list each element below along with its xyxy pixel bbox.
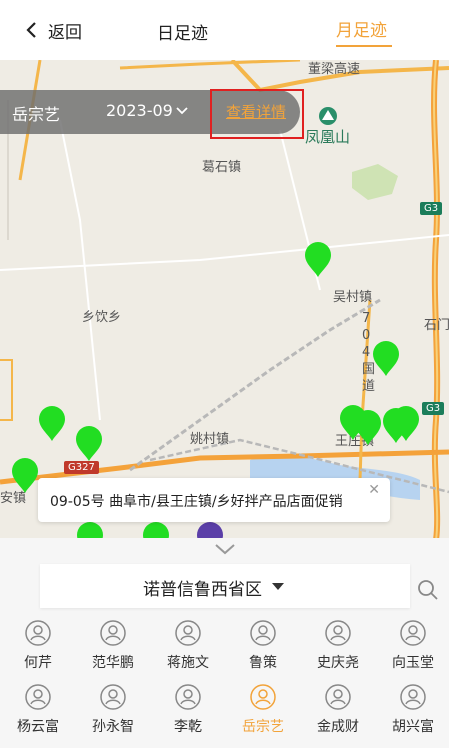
back-label: 返回: [48, 22, 82, 43]
month-selector[interactable]: 2023-09: [106, 101, 173, 120]
person-name: 孙永智: [92, 719, 134, 735]
footprint-info-card[interactable]: 09-05号 曲阜市/县王庄镇/乡好拌产品店面促销 ✕: [38, 478, 390, 522]
location-pin-icon[interactable]: [372, 341, 400, 377]
location-pin-icon[interactable]: [11, 458, 39, 494]
person-item[interactable]: 胡兴富: [383, 684, 443, 740]
people-grid: 何芹 范华鹏 蒋施文 鲁策 史庆尧 向玉堂 杨云富 孙永智 李乾 岳宗艺 金成财…: [0, 620, 449, 748]
region-label: 诺普信鲁西省区: [143, 580, 262, 600]
highway-sign-g327: G327: [64, 461, 99, 474]
user-icon: [25, 684, 51, 710]
user-icon: [100, 620, 126, 646]
person-item[interactable]: 史庆尧: [308, 620, 368, 676]
person-name: 何芹: [24, 655, 52, 671]
chevron-left-icon: [26, 22, 36, 38]
chevron-down-icon[interactable]: [175, 104, 189, 118]
person-name: 鲁策: [249, 655, 277, 671]
person-name: 范华鹏: [92, 655, 134, 671]
person-item[interactable]: 金成财: [308, 684, 368, 740]
user-icon: [25, 620, 51, 646]
map-label-geshi: 葛石镇: [202, 160, 242, 175]
person-name: 杨云富: [17, 719, 59, 735]
bottom-panel: 诺普信鲁西省区 何芹 范华鹏 蒋施文 鲁策 史庆尧 向玉堂 杨云富 孙永智 李乾…: [0, 538, 449, 748]
map-label-fenghuangshan: 凤凰山: [305, 128, 351, 146]
collapse-chevron-icon[interactable]: [213, 542, 237, 556]
person-name: 向玉堂: [392, 655, 434, 671]
user-icon: [400, 684, 426, 710]
caret-down-icon: [272, 583, 284, 590]
back-button[interactable]: 返回: [24, 18, 82, 43]
person-item[interactable]: 范华鹏: [83, 620, 143, 676]
user-icon: [175, 620, 201, 646]
person-name: 金成财: [317, 719, 359, 735]
person-item[interactable]: 何芹: [8, 620, 68, 676]
map-label-shimen: 石门: [424, 318, 449, 333]
person-item[interactable]: 鲁策: [233, 620, 293, 676]
user-icon: [325, 620, 351, 646]
user-icon: [400, 620, 426, 646]
person-item[interactable]: 杨云富: [8, 684, 68, 740]
person-name: 胡兴富: [392, 719, 434, 735]
user-icon: [100, 684, 126, 710]
person-name: 史庆尧: [317, 655, 359, 671]
map-label-xiangyin: 乡饮乡: [82, 310, 122, 325]
person-name: 岳宗艺: [242, 719, 284, 735]
selected-person-name: 岳宗艺: [12, 105, 61, 124]
user-icon: [175, 684, 201, 710]
person-item-selected[interactable]: 岳宗艺: [233, 684, 293, 740]
tab-day-footprint[interactable]: 日足迹: [157, 19, 208, 44]
person-name: 蒋施文: [167, 655, 209, 671]
location-pin-icon[interactable]: [354, 410, 382, 446]
footprint-info-text: 09-05号 曲阜市/县王庄镇/乡好拌产品店面促销: [50, 494, 343, 510]
person-item[interactable]: 李乾: [158, 684, 218, 740]
top-bar: 返回 日足迹 月足迹: [0, 0, 449, 60]
highway-sign-g3: G3: [422, 402, 445, 415]
user-icon: [250, 684, 276, 710]
person-name: 李乾: [174, 719, 202, 735]
active-tab-indicator: [336, 45, 392, 47]
person-item[interactable]: 蒋施文: [158, 620, 218, 676]
person-item[interactable]: 孙永智: [83, 684, 143, 740]
location-pin-icon[interactable]: [392, 406, 420, 442]
map-label-expressway: 董梁高速: [308, 62, 361, 77]
highway-sign-g3: G3: [420, 202, 443, 215]
location-pin-icon[interactable]: [75, 426, 103, 462]
highlight-box: [210, 89, 304, 139]
search-icon[interactable]: [416, 578, 440, 602]
tab-month-footprint[interactable]: 月足迹: [336, 16, 387, 41]
person-item[interactable]: 向玉堂: [383, 620, 443, 676]
close-icon[interactable]: ✕: [368, 482, 380, 498]
map-label-wucun: 吴村镇: [333, 290, 373, 305]
user-icon: [250, 620, 276, 646]
map-label-yaocun: 姚村镇: [190, 432, 230, 447]
region-selector[interactable]: 诺普信鲁西省区: [40, 564, 410, 608]
location-pin-icon[interactable]: [304, 242, 332, 278]
location-pin-icon[interactable]: [38, 406, 66, 442]
user-icon: [325, 684, 351, 710]
